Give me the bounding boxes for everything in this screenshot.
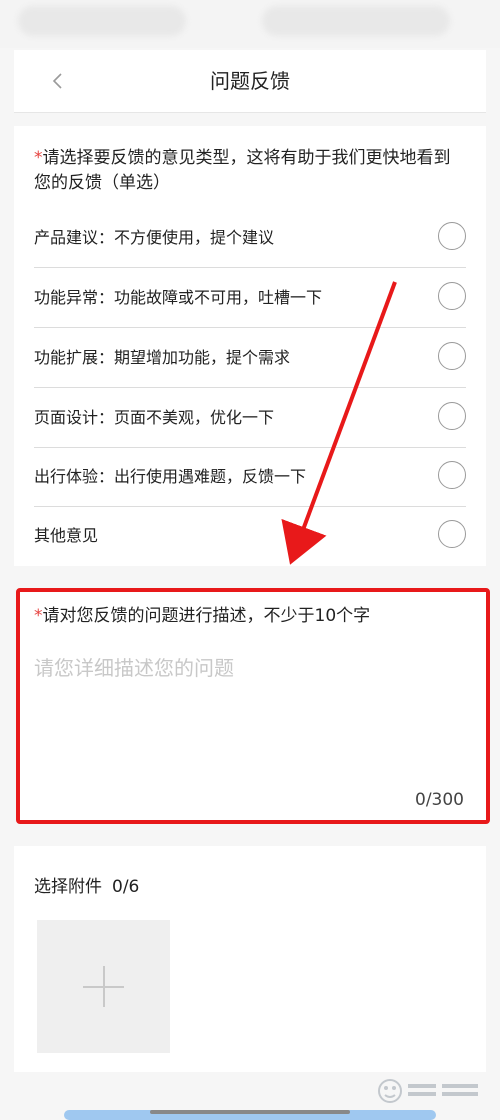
option-label: 产品建议：不方便使用，提个建议 bbox=[34, 228, 275, 247]
description-section: *请对您反馈的问题进行描述，不少于10个字 0/300 bbox=[16, 588, 490, 824]
option-other[interactable]: 其他意见 bbox=[34, 506, 466, 565]
status-blur-right bbox=[262, 6, 450, 36]
attachments-label: 选择附件 bbox=[34, 877, 102, 897]
plus-icon bbox=[83, 966, 124, 1007]
option-function-extension[interactable]: 功能扩展：期望增加功能，提个需求 bbox=[34, 328, 466, 388]
option-function-error[interactable]: 功能异常：功能故障或不可用，吐槽一下 bbox=[34, 268, 466, 328]
character-counter: 0/300 bbox=[415, 790, 464, 810]
home-indicator bbox=[150, 1110, 350, 1114]
attachments-section: 选择附件 0/6 bbox=[14, 846, 486, 1072]
description-title-text: 请对您反馈的问题进行描述，不少于10个字 bbox=[42, 606, 371, 626]
status-blur-left bbox=[18, 6, 186, 36]
required-mark: * bbox=[34, 606, 43, 626]
nav-header: 问题反馈 bbox=[14, 50, 486, 113]
radio-button[interactable] bbox=[438, 342, 466, 370]
option-label: 出行体验：出行使用遇难题，反馈一下 bbox=[34, 467, 307, 486]
radio-button[interactable] bbox=[438, 461, 466, 489]
option-product-suggestion[interactable]: 产品建议：不方便使用，提个建议 bbox=[34, 208, 466, 268]
required-mark: * bbox=[34, 148, 43, 168]
option-label: 功能扩展：期望增加功能，提个需求 bbox=[34, 348, 291, 367]
option-label: 其他意见 bbox=[34, 526, 99, 545]
status-bar bbox=[0, 0, 500, 48]
option-page-design[interactable]: 页面设计：页面不美观，优化一下 bbox=[34, 388, 466, 448]
option-label: 页面设计：页面不美观，优化一下 bbox=[34, 408, 275, 427]
baidu-jingyan-logo bbox=[378, 1079, 478, 1103]
radio-button[interactable] bbox=[438, 222, 466, 250]
feedback-type-section: *请选择要反馈的意见类型，这将有助于我们更快地看到您的反馈（单选） 产品建议：不… bbox=[14, 126, 486, 566]
feedback-type-title-text: 请选择要反馈的意见类型，这将有助于我们更快地看到您的反馈（单选） bbox=[34, 148, 451, 193]
radio-button[interactable] bbox=[438, 520, 466, 548]
radio-button[interactable] bbox=[438, 402, 466, 430]
attachments-count: 0/6 bbox=[112, 877, 140, 897]
attachments-title: 选择附件 0/6 bbox=[34, 872, 139, 897]
radio-button[interactable] bbox=[438, 282, 466, 310]
option-label: 功能异常：功能故障或不可用，吐槽一下 bbox=[34, 288, 323, 307]
page-title: 问题反馈 bbox=[210, 69, 290, 93]
feedback-type-title: *请选择要反馈的意见类型，这将有助于我们更快地看到您的反馈（单选） bbox=[34, 146, 466, 196]
option-travel-experience[interactable]: 出行体验：出行使用遇难题，反馈一下 bbox=[34, 447, 466, 507]
add-attachment-button[interactable] bbox=[37, 920, 170, 1053]
description-title: *请对您反馈的问题进行描述，不少于10个字 bbox=[34, 604, 370, 629]
description-input[interactable] bbox=[34, 652, 468, 772]
